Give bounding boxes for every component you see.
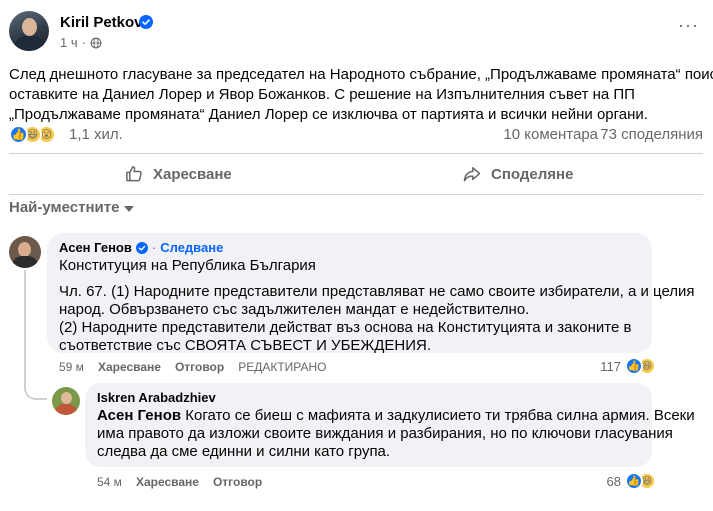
post-meta: 1 ч · xyxy=(60,35,102,50)
post-header: Kiril Petkov 1 ч · ··· xyxy=(9,10,703,54)
comment-text-line: Конституция на Република България xyxy=(59,257,316,274)
comments-count[interactable]: 10 коментара xyxy=(503,126,598,143)
share-button-label: Споделяне xyxy=(491,165,574,183)
more-options-icon[interactable]: ··· xyxy=(678,16,699,34)
shares-count[interactable]: 73 споделяния xyxy=(600,126,703,143)
comment-reaction-count: 68 xyxy=(606,473,621,489)
mention-link[interactable]: Асен Генов xyxy=(97,407,181,424)
verified-badge-icon xyxy=(139,15,153,29)
like-reaction-icon: 👍 xyxy=(625,472,643,490)
comment-body: Конституция на Република България Чл. 67… xyxy=(59,257,695,355)
comment-like-button[interactable]: Харесване xyxy=(98,360,161,374)
share-button[interactable]: Споделяне xyxy=(462,160,573,188)
comment-author[interactable]: Iskren Arabadzhiev xyxy=(97,390,216,405)
comment-time[interactable]: 54 м xyxy=(97,475,122,489)
comment-reactions[interactable]: 68 👍 😆 xyxy=(606,472,656,490)
comment-like-button[interactable]: Харесване xyxy=(136,475,199,489)
comment-reply-button[interactable]: Отговор xyxy=(213,475,262,489)
divider xyxy=(9,194,703,195)
like-reaction-icon: 👍 xyxy=(9,125,28,144)
comment-reply-button[interactable]: Отговор xyxy=(175,360,224,374)
reply-thread-line xyxy=(24,270,47,400)
post-text-line: „Продължаваме промяната“ Даниел Лорер се… xyxy=(9,106,648,123)
thumbs-up-icon xyxy=(126,166,142,182)
verified-badge-icon xyxy=(135,241,148,254)
comment-text-line: (2) Народните представители действат въз… xyxy=(59,319,632,336)
follow-button[interactable]: Следване xyxy=(160,240,223,255)
comment-author-line: Iskren Arabadzhiev xyxy=(97,390,640,405)
globe-icon xyxy=(90,37,102,48)
comment-text-line: следва да сме единни и силни като група. xyxy=(97,443,391,460)
comment-reaction-count: 117 xyxy=(600,358,621,374)
caret-down-icon xyxy=(124,205,135,212)
comment-meta: 59 м Харесване Отговор РЕДАКТИРАНО xyxy=(59,360,327,374)
like-button[interactable]: Харесване xyxy=(124,160,232,188)
reaction-count[interactable]: 1,1 хил. xyxy=(69,126,123,143)
comment-text-line: има правото да изложи своите виждания и … xyxy=(97,425,673,442)
post-text-line: След днешното гласуване за председател н… xyxy=(9,66,713,83)
comment-text-line: Чл. 67. (1) Народните представители пред… xyxy=(59,283,695,300)
author-name[interactable]: Kiril Petkov xyxy=(60,14,143,31)
sort-label: Най-уместните xyxy=(9,199,120,216)
divider xyxy=(9,153,703,154)
comment-meta: 54 м Харесване Отговор xyxy=(97,475,262,489)
commenter-avatar[interactable] xyxy=(52,387,80,415)
comment-author-line: Асен Генов · Следване xyxy=(59,240,640,255)
comment-time[interactable]: 59 м xyxy=(59,360,84,374)
comment-sort-dropdown[interactable]: Най-уместните xyxy=(9,199,135,216)
author-avatar[interactable] xyxy=(9,11,49,51)
post-text: След днешното гласуване за председател н… xyxy=(9,65,713,125)
commenter-avatar[interactable] xyxy=(9,236,41,268)
edited-label: РЕДАКТИРАНО xyxy=(238,360,327,374)
share-arrow-icon xyxy=(463,167,481,182)
reply-bubble: Iskren Arabadzhiev Асен Генов Когато се … xyxy=(85,383,695,467)
like-reaction-icon: 👍 xyxy=(625,357,643,375)
comment-reactions[interactable]: 117 👍 😆 xyxy=(600,357,656,375)
post-text-line: оставките на Даниел Лорер и Явор Божанко… xyxy=(9,86,635,103)
reaction-icons[interactable]: 👍 😆 😮 xyxy=(9,125,56,144)
comment-text-line: народ. Обвързването със задължителен ман… xyxy=(59,301,530,318)
comment-text-line: съответствие със СВОЯТА СЪВЕСТ И УБЕЖДЕН… xyxy=(59,337,432,354)
post-time[interactable]: 1 ч xyxy=(60,35,78,50)
reactions-summary: 👍 😆 😮 1,1 хил. 10 коментара 73 споделяни… xyxy=(9,125,703,145)
comment-text-line: Асен Генов Когато се биеш с мафията и за… xyxy=(97,407,695,424)
separator-dot: · xyxy=(151,240,157,255)
comment-bubble: Асен Генов · Следване Конституция на Реп… xyxy=(47,233,695,355)
comment-body: Асен Генов Когато се биеш с мафията и за… xyxy=(97,407,695,461)
like-button-label: Харесване xyxy=(153,165,232,183)
comment-author[interactable]: Асен Генов xyxy=(59,240,132,255)
